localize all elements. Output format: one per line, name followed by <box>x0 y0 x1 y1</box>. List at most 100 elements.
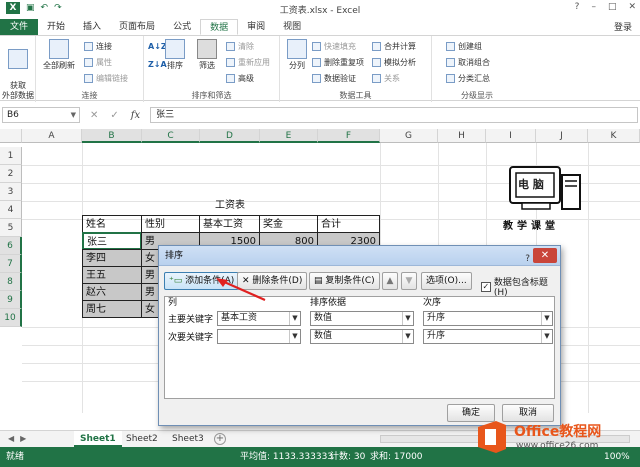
tab-insert[interactable]: 插入 <box>74 19 110 35</box>
connections-button[interactable]: 连接 <box>84 41 112 52</box>
sort-column-select[interactable]: 基本工资 ▼ <box>217 311 301 326</box>
reapply-icon <box>226 58 235 67</box>
cancel-formula-icon[interactable]: ✕ <box>90 110 98 121</box>
sort-icon <box>165 39 185 59</box>
consolidate-button[interactable]: 合并计算 <box>372 41 416 52</box>
row-header-9[interactable]: 9 <box>0 291 22 309</box>
subtotal-icon <box>446 74 455 83</box>
sort-order-select[interactable]: 升序 ▼ <box>423 311 553 326</box>
login-link[interactable]: 登录 <box>614 20 632 33</box>
column-header-k[interactable]: K <box>588 129 640 143</box>
name-cell[interactable]: 王五 <box>82 266 142 284</box>
row-header-8[interactable]: 8 <box>0 273 22 291</box>
row-header-5[interactable]: 5 <box>0 219 22 237</box>
row-header-6[interactable]: 6 <box>0 237 22 255</box>
properties-button[interactable]: 属性 <box>84 57 112 68</box>
header-cell-bonus[interactable]: 奖金 <box>259 215 318 233</box>
has-headers-checkbox[interactable]: ✓ 数据包含标题(H) <box>481 275 560 298</box>
sheet-tab-1[interactable]: Sheet1 <box>74 431 122 447</box>
dialog-close-button[interactable]: ✕ <box>533 248 557 263</box>
sort-column-select[interactable]: ▼ <box>217 329 301 344</box>
chevron-down-icon[interactable]: ▼ <box>71 108 76 122</box>
tab-review[interactable]: 审阅 <box>238 19 274 35</box>
tab-formulas[interactable]: 公式 <box>164 19 200 35</box>
ungroup-button[interactable]: 取消组合 <box>446 57 490 68</box>
formula-input[interactable]: 张三 <box>150 107 638 123</box>
column-header-e[interactable]: E <box>260 129 318 143</box>
row-header-7[interactable]: 7 <box>0 255 22 273</box>
sort-on-select[interactable]: 数值 ▼ <box>310 311 414 326</box>
add-sheet-icon[interactable]: + <box>214 433 226 445</box>
enter-formula-icon[interactable]: ✓ <box>110 110 118 121</box>
tab-data[interactable]: 数据 <box>200 19 239 35</box>
sort-level-row[interactable]: 主要关键字 基本工资 ▼ 数值 ▼ 升序 ▼ <box>165 310 554 327</box>
reapply-button[interactable]: 重新应用 <box>226 57 270 68</box>
column-header-j[interactable]: J <box>536 129 588 143</box>
database-icon <box>8 49 28 69</box>
row-header-2[interactable]: 2 <box>0 165 22 183</box>
sheet-tab-2[interactable]: Sheet2 <box>120 431 164 447</box>
column-header-d[interactable]: D <box>200 129 260 143</box>
row-header-10[interactable]: 10 <box>0 309 22 327</box>
help-button[interactable]: ? <box>575 2 580 12</box>
subtotal-button[interactable]: 分类汇总 <box>446 73 490 84</box>
tab-page-layout[interactable]: 页面布局 <box>110 19 164 35</box>
clear-button[interactable]: 清除 <box>226 41 254 52</box>
close-button[interactable]: ✕ <box>628 2 636 12</box>
column-header-i[interactable]: I <box>486 129 536 143</box>
row-header-3[interactable]: 3 <box>0 183 22 201</box>
sort-order-select[interactable]: 升序 ▼ <box>423 329 553 344</box>
delete-level-button[interactable]: ✕ 删除条件(D) <box>237 272 308 290</box>
data-validation-button[interactable]: 数据验证 <box>312 73 356 84</box>
name-cell[interactable]: 周七 <box>82 300 142 318</box>
active-cell-b6[interactable]: 张三 <box>82 232 142 250</box>
minimize-button[interactable]: – <box>591 2 596 12</box>
select-all-corner[interactable] <box>0 129 22 143</box>
advanced-button[interactable]: 高级 <box>226 73 254 84</box>
copy-level-button[interactable]: ▤ 复制条件(C) <box>309 272 380 290</box>
tab-view[interactable]: 视图 <box>274 19 310 35</box>
move-down-button[interactable]: ▼ <box>401 272 417 290</box>
refresh-all-button[interactable]: 全部刷新 <box>42 39 76 71</box>
advanced-label: 高级 <box>238 74 254 83</box>
name-cell[interactable]: 李四 <box>82 249 142 267</box>
move-up-button[interactable]: ▲ <box>382 272 398 290</box>
column-header-b[interactable]: B <box>82 129 142 143</box>
get-external-data-button[interactable]: 获取 外部数据 <box>1 39 35 101</box>
insert-function-icon[interactable]: fx <box>131 110 140 121</box>
header-cell-total[interactable]: 合计 <box>317 215 380 233</box>
remove-duplicates-button[interactable]: 删除重复项 <box>312 57 364 68</box>
group-button[interactable]: 创建组 <box>446 41 482 52</box>
row-header-4[interactable]: 4 <box>0 201 22 219</box>
what-if-button[interactable]: 模拟分析 <box>372 57 416 68</box>
column-header-h[interactable]: H <box>438 129 486 143</box>
tab-home[interactable]: 开始 <box>38 19 74 35</box>
text-to-columns-button[interactable]: 分列 <box>280 39 314 71</box>
column-header-c[interactable]: C <box>142 129 200 143</box>
maximize-button[interactable]: □ <box>608 2 617 12</box>
sort-button[interactable]: 排序 <box>158 39 192 71</box>
name-box[interactable]: B6 ▼ <box>2 107 80 123</box>
filter-button[interactable]: 筛选 <box>190 39 224 71</box>
flash-fill-button[interactable]: 快速填充 <box>312 41 356 52</box>
sort-level-row[interactable]: 次要关键字 ▼ 数值 ▼ 升序 ▼ <box>165 328 554 345</box>
sheet-nav-arrows[interactable]: ◀▶ <box>8 434 32 443</box>
column-header-a[interactable]: A <box>22 129 82 143</box>
header-cell-gender[interactable]: 性别 <box>141 215 200 233</box>
header-cell-name[interactable]: 姓名 <box>82 215 142 233</box>
ungroup-label: 取消组合 <box>458 58 490 67</box>
options-button[interactable]: 选项(O)... <box>421 272 472 290</box>
row-header-1[interactable]: 1 <box>0 147 22 165</box>
sort-on-select[interactable]: 数值 ▼ <box>310 329 414 344</box>
relationships-button[interactable]: 关系 <box>372 73 400 84</box>
sheet-tab-3[interactable]: Sheet3 <box>166 431 210 447</box>
header-cell-base-salary[interactable]: 基本工资 <box>199 215 260 233</box>
column-header-f[interactable]: F <box>318 129 380 143</box>
add-level-button[interactable]: ⁺▭ 添加条件(A) <box>164 272 240 290</box>
column-header-g[interactable]: G <box>380 129 438 143</box>
table-title-cell[interactable]: 工资表 <box>200 197 260 215</box>
tab-file[interactable]: 文件 <box>0 19 39 35</box>
name-cell[interactable]: 赵六 <box>82 283 142 301</box>
edit-links-button[interactable]: 编辑链接 <box>84 73 128 84</box>
dialog-help-icon[interactable]: ? <box>525 249 530 269</box>
